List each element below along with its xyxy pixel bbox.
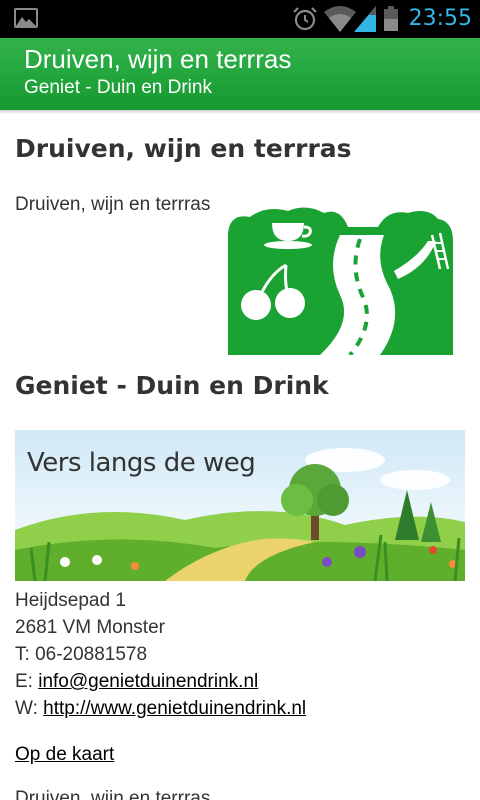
- email-line: E: info@genietduinendrink.nl: [15, 668, 258, 695]
- map-link[interactable]: Op de kaart: [15, 744, 114, 765]
- address-line-2: 2681 VM Monster: [15, 617, 165, 638]
- wifi-icon: [324, 6, 356, 32]
- action-bar-shadow: [0, 110, 480, 114]
- map-line: Op de kaart: [15, 741, 114, 768]
- address-line-1: Heijdsepad 1: [15, 590, 126, 611]
- next-item-text: Druiven, wijn en terrras: [15, 788, 211, 800]
- section-text-druiven: Druiven, wijn en terrras: [15, 194, 211, 215]
- action-bar-subtitle: Geniet - Duin en Drink: [24, 77, 212, 98]
- clock: 23:55: [408, 6, 472, 31]
- website-line: W: http://www.genietduinendrink.nl: [15, 695, 306, 722]
- phone-label: T:: [15, 644, 36, 665]
- scroll-content[interactable]: Druiven, wijn en terrras Druiven, wijn e…: [0, 110, 480, 800]
- section-heading-geniet: Geniet - Duin en Drink: [15, 371, 329, 400]
- gallery-icon: [14, 8, 38, 28]
- alarm-icon: [293, 7, 317, 31]
- status-bar: 23:55: [0, 0, 480, 38]
- banner-text: Vers langs de weg: [27, 448, 256, 478]
- phone-number: 06-20881578: [35, 644, 148, 665]
- section-heading-druiven: Druiven, wijn en terrras: [15, 134, 352, 163]
- vers-langs-de-weg-banner: Vers langs de weg: [15, 430, 465, 581]
- email-label: E:: [15, 671, 39, 692]
- action-bar-title: Druiven, wijn en terrras: [24, 44, 292, 74]
- battery-icon: [384, 6, 398, 31]
- website-link[interactable]: http://www.genietduinendrink.nl: [43, 698, 306, 719]
- druiven-logo-image: [228, 207, 453, 355]
- signal-icon: [354, 6, 376, 32]
- email-link[interactable]: info@genietduinendrink.nl: [38, 671, 258, 692]
- phone-line: T: 06-20881578: [15, 641, 147, 668]
- website-label: W:: [15, 698, 44, 719]
- action-bar: Druiven, wijn en terrras Geniet - Duin e…: [0, 38, 480, 110]
